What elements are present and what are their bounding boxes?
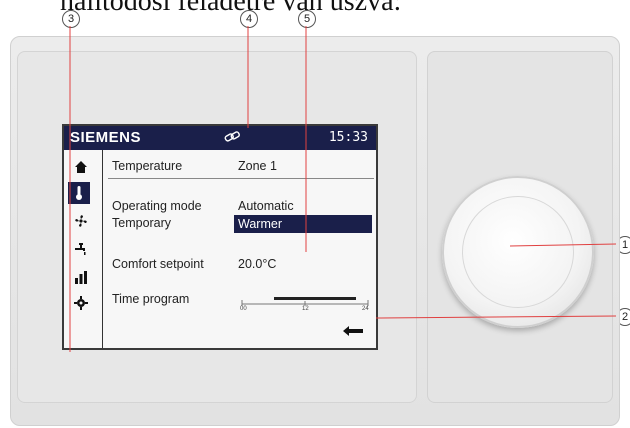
temporary-value-selected[interactable]: Warmer (234, 215, 372, 233)
callout-3: 3 (62, 10, 80, 28)
operating-mode-label: Operating mode (112, 199, 202, 213)
row-divider (108, 178, 374, 179)
clock-time: 15:33 (328, 130, 368, 145)
callout-5: 5 (298, 10, 316, 28)
menu-divider (102, 150, 103, 348)
screen-header: SIEMENS 15:33 (64, 126, 376, 150)
link-icon (224, 130, 240, 149)
zone-value[interactable]: Zone 1 (238, 159, 277, 173)
temporary-label: Temporary (112, 216, 172, 230)
timeline-tick-00: 00 (240, 306, 247, 312)
operating-mode-value[interactable]: Automatic (238, 199, 294, 213)
time-program-timeline[interactable]: 00 12 24 (240, 292, 370, 319)
fan-icon[interactable] (68, 210, 94, 232)
timeline-tick-24: 24 (362, 306, 369, 312)
home-icon[interactable] (68, 156, 94, 178)
brand-logo: SIEMENS (70, 129, 142, 146)
timeline-tick-12: 12 (302, 306, 309, 312)
callout-4: 4 (240, 10, 258, 28)
time-program-label: Time program (112, 292, 190, 306)
side-menu (64, 150, 102, 348)
comfort-setpoint-value[interactable]: 20.0°C (238, 257, 276, 271)
temperature-label: Temperature (112, 159, 183, 173)
rotary-knob[interactable] (442, 176, 594, 328)
back-arrow-icon[interactable] (342, 324, 364, 342)
gear-icon[interactable] (68, 292, 94, 314)
comfort-setpoint-label: Comfort setpoint (112, 257, 204, 271)
tap-icon[interactable] (68, 238, 94, 260)
rotary-knob-center[interactable] (462, 196, 574, 308)
bar-chart-icon[interactable] (68, 266, 94, 288)
display-screen: SIEMENS 15:33 Temperature Zone 1 Operati… (62, 124, 378, 350)
page-caption: nalitodosi feladetre van uszva: (60, 0, 402, 17)
thermometer-icon[interactable] (68, 182, 90, 204)
